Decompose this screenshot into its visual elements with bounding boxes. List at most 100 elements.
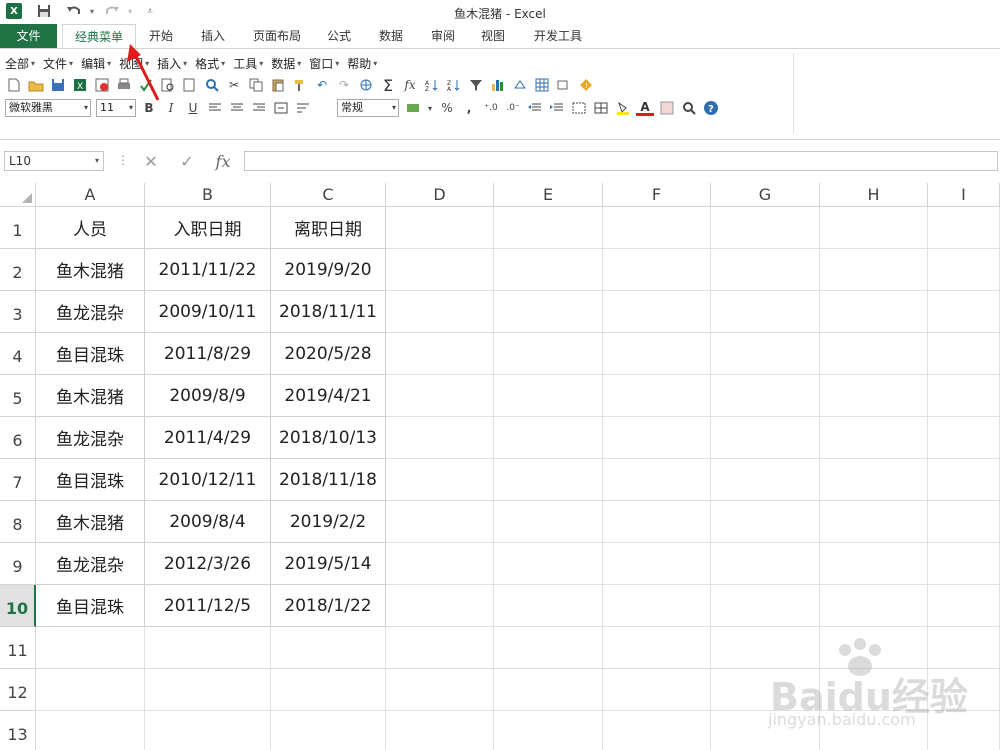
row-header-8[interactable]: 8 xyxy=(0,501,36,543)
format-painter-icon[interactable] xyxy=(291,76,309,94)
cell-i9[interactable] xyxy=(928,543,1000,585)
cell-i1[interactable] xyxy=(928,207,1000,249)
cell-b1[interactable]: 入职日期 xyxy=(145,207,271,249)
insert-function-button[interactable]: fx xyxy=(212,151,234,171)
cell-e2[interactable] xyxy=(494,249,603,291)
cell-f4[interactable] xyxy=(603,333,711,375)
tab-classic-menu[interactable]: 经典菜单 xyxy=(62,24,136,49)
cell-b7[interactable]: 2010/12/11 xyxy=(145,459,271,501)
spell-check-icon[interactable] xyxy=(137,76,155,94)
cell-f9[interactable] xyxy=(603,543,711,585)
cell-f3[interactable] xyxy=(603,291,711,333)
cell-d8[interactable] xyxy=(386,501,494,543)
cancel-icon[interactable]: ✕ xyxy=(140,151,162,171)
decrease-indent-icon[interactable] xyxy=(526,99,544,117)
cell-i3[interactable] xyxy=(928,291,1000,333)
cell-f13[interactable] xyxy=(603,711,711,750)
column-header-i[interactable]: I xyxy=(928,183,1000,207)
bold-button[interactable]: B xyxy=(140,99,158,117)
cell-a12[interactable] xyxy=(36,669,145,711)
filter-icon[interactable] xyxy=(467,76,485,94)
cell-f6[interactable] xyxy=(603,417,711,459)
warning-icon[interactable]: ! xyxy=(577,76,595,94)
cell-borders-icon[interactable] xyxy=(592,99,610,117)
cell-b2[interactable]: 2011/11/22 xyxy=(145,249,271,291)
cell-c3[interactable]: 2018/11/11 xyxy=(271,291,386,333)
row-header-1[interactable]: 1 xyxy=(0,207,36,249)
cell-d12[interactable] xyxy=(386,669,494,711)
undo-icon[interactable]: ↶ xyxy=(313,76,331,94)
cell-h6[interactable] xyxy=(820,417,928,459)
cell-a7[interactable]: 鱼目混珠 xyxy=(36,459,145,501)
enter-icon[interactable]: ✓ xyxy=(176,151,198,171)
cell-c10[interactable]: 2018/1/22 xyxy=(271,585,386,627)
tab-review[interactable]: 审阅 xyxy=(422,24,464,48)
cell-c7[interactable]: 2018/11/18 xyxy=(271,459,386,501)
cell-g2[interactable] xyxy=(711,249,820,291)
row-header-6[interactable]: 6 xyxy=(0,417,36,459)
cell-d6[interactable] xyxy=(386,417,494,459)
cell-f1[interactable] xyxy=(603,207,711,249)
cell-f8[interactable] xyxy=(603,501,711,543)
cell-b13[interactable] xyxy=(145,711,271,750)
cell-i7[interactable] xyxy=(928,459,1000,501)
menu-window[interactable]: 窗口 ▾ xyxy=(309,55,339,71)
row-header-11[interactable]: 11 xyxy=(0,627,36,669)
cell-h8[interactable] xyxy=(820,501,928,543)
percent-button[interactable]: % xyxy=(438,99,456,117)
row-header-3[interactable]: 3 xyxy=(0,291,36,333)
row-header-4[interactable]: 4 xyxy=(0,333,36,375)
cell-a6[interactable]: 鱼龙混杂 xyxy=(36,417,145,459)
cell-b4[interactable]: 2011/8/29 xyxy=(145,333,271,375)
tab-home[interactable]: 开始 xyxy=(140,24,182,48)
research-icon[interactable] xyxy=(203,76,221,94)
row-header-5[interactable]: 5 xyxy=(0,375,36,417)
cell-e7[interactable] xyxy=(494,459,603,501)
cell-a9[interactable]: 鱼龙混杂 xyxy=(36,543,145,585)
table-icon[interactable] xyxy=(533,76,551,94)
cell-f5[interactable] xyxy=(603,375,711,417)
cell-g5[interactable] xyxy=(711,375,820,417)
cell-h3[interactable] xyxy=(820,291,928,333)
underline-button[interactable]: U xyxy=(184,99,202,117)
cell-b3[interactable]: 2009/10/11 xyxy=(145,291,271,333)
cell-a10[interactable]: 鱼目混珠 xyxy=(36,585,145,627)
cell-a3[interactable]: 鱼龙混杂 xyxy=(36,291,145,333)
help-icon[interactable]: ? xyxy=(702,99,720,117)
row-header-7[interactable]: 7 xyxy=(0,459,36,501)
cell-e13[interactable] xyxy=(494,711,603,750)
cell-d5[interactable] xyxy=(386,375,494,417)
cell-a1[interactable]: 人员 xyxy=(36,207,145,249)
cell-c1[interactable]: 离职日期 xyxy=(271,207,386,249)
cell-f10[interactable] xyxy=(603,585,711,627)
cell-b6[interactable]: 2011/4/29 xyxy=(145,417,271,459)
tab-data[interactable]: 数据 xyxy=(370,24,412,48)
cell-i8[interactable] xyxy=(928,501,1000,543)
cell-c4[interactable]: 2020/5/28 xyxy=(271,333,386,375)
cell-f12[interactable] xyxy=(603,669,711,711)
cell-a11[interactable] xyxy=(36,627,145,669)
cell-a8[interactable]: 鱼木混猪 xyxy=(36,501,145,543)
cell-c12[interactable] xyxy=(271,669,386,711)
cell-g3[interactable] xyxy=(711,291,820,333)
open-folder-icon[interactable] xyxy=(27,76,45,94)
tab-developer[interactable]: 开发工具 xyxy=(526,24,590,48)
sort-descending-icon[interactable]: ZA xyxy=(445,76,463,94)
cell-a2[interactable]: 鱼木混猪 xyxy=(36,249,145,291)
tab-file[interactable]: 文件 xyxy=(0,24,57,48)
cell-b9[interactable]: 2012/3/26 xyxy=(145,543,271,585)
save-icon[interactable] xyxy=(49,76,67,94)
cell-b10[interactable]: 2011/12/5 xyxy=(145,585,271,627)
cell-d7[interactable] xyxy=(386,459,494,501)
name-box[interactable]: L10 ▾ xyxy=(4,151,104,171)
cell-e1[interactable] xyxy=(494,207,603,249)
number-format-select[interactable]: 常规 ▾ xyxy=(337,99,399,117)
cell-h1[interactable] xyxy=(820,207,928,249)
menu-edit[interactable]: 编辑 ▾ xyxy=(81,55,111,71)
excel-save-icon[interactable]: X xyxy=(71,76,89,94)
decrease-decimal-icon[interactable]: .0⁻ xyxy=(504,99,522,117)
column-header-d[interactable]: D xyxy=(386,183,494,207)
wrap-text-icon[interactable] xyxy=(294,99,312,117)
cell-i10[interactable] xyxy=(928,585,1000,627)
cell-g7[interactable] xyxy=(711,459,820,501)
